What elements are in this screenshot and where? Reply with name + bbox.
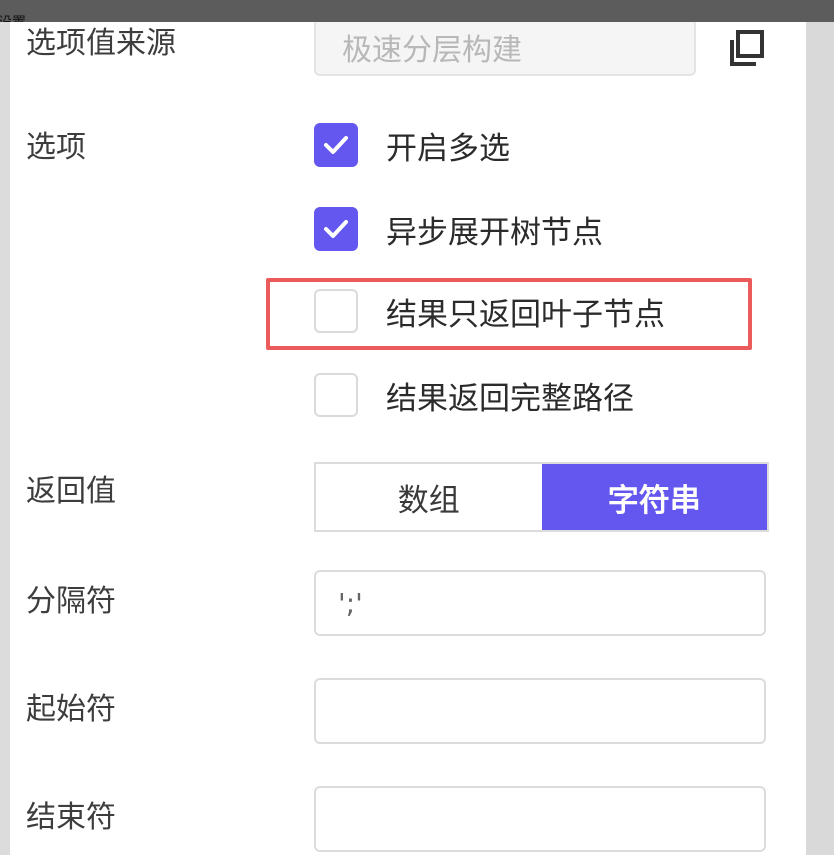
leaf-only-checkbox[interactable] (314, 289, 358, 333)
async-expand-checkbox[interactable] (314, 207, 358, 251)
end-char-label: 结束符 (26, 800, 116, 835)
start-char-label: 起始符 (26, 692, 116, 727)
end-char-field[interactable] (314, 786, 766, 852)
backdrop-top: 设置 (0, 0, 834, 31)
option-multi-select[interactable]: 开启多选 (314, 122, 510, 168)
option-full-path[interactable]: 结果返回完整路径 (314, 372, 634, 418)
check-icon (324, 220, 348, 238)
copy-icon[interactable] (724, 26, 770, 72)
async-expand-label: 异步展开树节点 (386, 214, 603, 251)
full-path-checkbox[interactable] (314, 373, 358, 417)
multi-select-checkbox[interactable] (314, 123, 358, 167)
segment-string[interactable]: 字符串 (541, 464, 767, 530)
segment-array[interactable]: 数组 (316, 464, 542, 530)
multi-select-label: 开启多选 (386, 130, 510, 167)
backdrop-right (806, 22, 834, 855)
return-value-toggle: 数组 字符串 (314, 462, 769, 532)
leaf-only-label: 结果只返回叶子节点 (386, 296, 665, 333)
backdrop-left (0, 22, 10, 855)
settings-panel: 选项值来源 选项 开启多选 异步展开树节点 结果只返回叶子节点 结果返回完整路径… (10, 22, 806, 855)
source-label: 选项值来源 (26, 26, 176, 61)
check-icon (324, 136, 348, 154)
option-async-expand[interactable]: 异步展开树节点 (314, 206, 603, 252)
full-path-label: 结果返回完整路径 (386, 380, 634, 417)
source-field[interactable] (314, 22, 696, 76)
separator-label: 分隔符 (26, 584, 116, 619)
return-value-label: 返回值 (26, 474, 116, 509)
option-leaf-only[interactable]: 结果只返回叶子节点 (314, 288, 665, 334)
options-label: 选项 (26, 130, 86, 165)
separator-field[interactable] (314, 570, 766, 636)
start-char-field[interactable] (314, 678, 766, 744)
